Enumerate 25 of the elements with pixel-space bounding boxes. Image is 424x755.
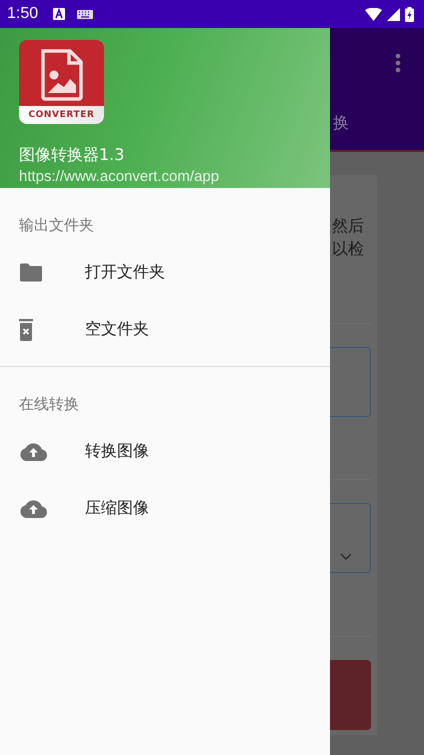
image-file-icon — [40, 49, 84, 101]
battery-charging-icon — [405, 6, 414, 22]
chevron-down-icon — [340, 553, 352, 560]
drawer-menu-item[interactable]: 空文件夹 — [0, 301, 330, 358]
app-name: 图像转换器1.3 — [19, 144, 124, 166]
tab-label[interactable]: 换 — [333, 113, 349, 134]
wifi-icon — [365, 8, 382, 20]
description-text: 然后 — [332, 215, 364, 237]
logo-text: CONVERTER — [19, 106, 104, 124]
drawer-menu-item[interactable]: 打开文件夹 — [0, 244, 330, 301]
signal-icon — [387, 8, 400, 20]
drawer-menu-item[interactable]: 转换图像 — [0, 423, 330, 480]
drawer-menu-item[interactable]: 压缩图像 — [0, 480, 330, 537]
convert-button[interactable] — [330, 660, 371, 730]
text-notification-icon — [53, 8, 66, 20]
cloud-upload-icon — [19, 499, 48, 518]
section-title: 在线转换 — [18, 394, 80, 415]
keyboard-icon — [77, 10, 94, 18]
description-text: 以检 — [332, 238, 364, 260]
section-title: 输出文件夹 — [18, 215, 95, 236]
trash-icon — [19, 318, 33, 340]
cloud-upload-icon — [19, 442, 48, 461]
folder-icon — [19, 263, 43, 282]
clock-time: 1:50 — [7, 5, 38, 23]
more-options-icon[interactable] — [395, 53, 401, 73]
